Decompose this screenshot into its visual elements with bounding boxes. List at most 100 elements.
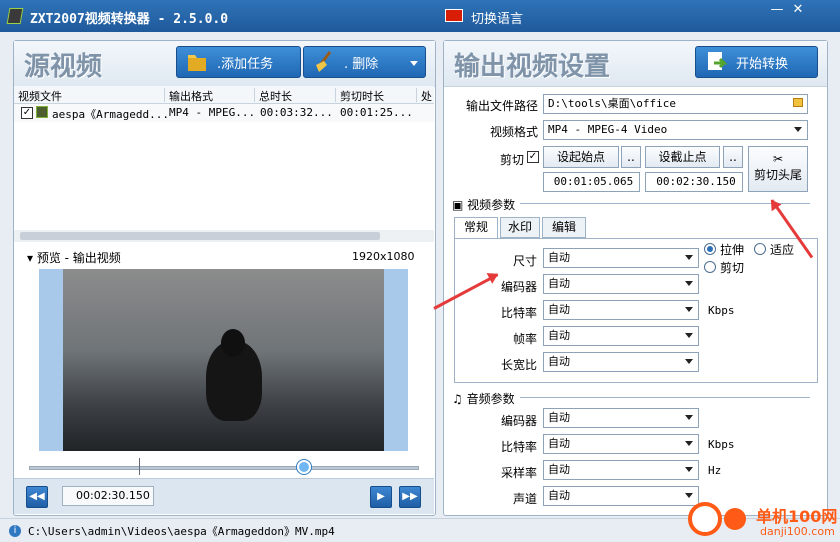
timeline-start-marker	[139, 458, 140, 475]
browse-folder-icon[interactable]	[793, 98, 803, 107]
video-resolution: 1920x1080	[352, 250, 415, 263]
start-more-button[interactable]: ..	[621, 146, 641, 168]
task-row[interactable]: ✓ aespa《Armagedd... MP4 - MPEG... 00:03:…	[14, 104, 434, 122]
channel-label: 声道	[512, 492, 537, 506]
cut-start-time[interactable]: 00:01:05.065	[543, 172, 640, 192]
column-cut-duration[interactable]: 剪切时长	[336, 88, 417, 103]
close-button[interactable]: ✕	[787, 2, 809, 20]
task-checkbox[interactable]: ✓	[21, 107, 33, 119]
video-params-title: ▣ 视频参数	[452, 198, 516, 212]
chevron-down-icon	[794, 127, 802, 132]
size-select[interactable]: 自动	[543, 248, 699, 268]
column-duration[interactable]: 总时长	[255, 88, 336, 103]
cut-label: 剪切	[499, 153, 524, 167]
chevron-down-icon	[685, 467, 693, 472]
convert-icon	[704, 50, 728, 74]
audio-encoder-select[interactable]: 自动	[543, 408, 699, 428]
chevron-down-icon	[685, 333, 693, 338]
output-path-label: 输出文件路径	[465, 99, 538, 113]
timeline-slider-handle[interactable]	[297, 460, 311, 474]
fit-radio[interactable]	[754, 243, 766, 255]
video-preview[interactable]	[39, 269, 408, 451]
task-table-header: 视频文件 输出格式 总时长 剪切时长 处	[14, 86, 434, 104]
source-title: 源视频	[24, 52, 103, 82]
video-bitrate-select[interactable]: 自动	[543, 300, 699, 320]
audio-encoder-label: 编码器	[500, 414, 537, 428]
stretch-radio[interactable]	[704, 243, 716, 255]
flag-icon[interactable]	[445, 9, 463, 22]
video-encoder-select[interactable]: 自动	[543, 274, 699, 294]
framerate-select[interactable]: 自动	[543, 326, 699, 346]
chevron-down-icon	[685, 255, 693, 260]
video-file-icon	[36, 106, 48, 118]
tab-watermark[interactable]: 水印	[500, 217, 540, 238]
chevron-down-icon	[685, 307, 693, 312]
rewind-icon: ◀◀	[29, 491, 45, 502]
fit-label: 适应	[770, 243, 795, 257]
source-panel-header: 源视频 .添加任务 . 删除	[14, 41, 435, 87]
cut-checkbox[interactable]: ✓	[527, 151, 539, 163]
watermark-url: danji100.com	[760, 525, 835, 538]
audio-bitrate-label: 比特率	[500, 440, 537, 454]
task-cut-duration: 00:01:25...	[340, 106, 413, 119]
cut-ends-button[interactable]: ✂ 剪切头尾	[748, 146, 808, 192]
play-button[interactable]: ▶	[370, 486, 392, 508]
output-path-field[interactable]: D:\tools\桌面\office	[543, 94, 808, 114]
current-time: 00:02:30.150	[62, 486, 154, 506]
aspect-ratio-label: 长宽比	[500, 358, 537, 372]
audio-bitrate-select[interactable]: 自动	[543, 434, 699, 454]
column-video-file[interactable]: 视频文件	[14, 88, 165, 103]
end-more-button[interactable]: ..	[723, 146, 743, 168]
timeline-slider[interactable]	[29, 466, 419, 470]
preview-image	[63, 269, 384, 451]
set-start-button[interactable]: 设起始点	[543, 146, 619, 168]
channel-select[interactable]: 自动	[543, 486, 699, 506]
column-output-format[interactable]: 输出格式	[165, 88, 255, 103]
output-panel-header: 输出视频设置 开始转换	[444, 41, 827, 87]
chevron-down-icon	[685, 415, 693, 420]
stretch-label: 拉伸	[720, 243, 745, 257]
rewind-button[interactable]: ◀◀	[26, 486, 48, 508]
tab-general[interactable]: 常规	[454, 217, 498, 239]
minimize-button[interactable]: —	[766, 2, 788, 20]
collapse-icon[interactable]: ▾	[27, 251, 37, 265]
person-head	[221, 329, 245, 357]
crop-radio[interactable]	[704, 261, 716, 273]
preview-section-label[interactable]: ▾ 预览 - 输出视频	[27, 249, 121, 266]
set-end-button[interactable]: 设截止点	[645, 146, 720, 168]
tab-edit[interactable]: 编辑	[542, 217, 586, 238]
add-task-button[interactable]: .添加任务	[176, 46, 301, 78]
cut-end-time[interactable]: 00:02:30.150	[645, 172, 743, 192]
source-file-path: C:\Users\admin\Videos\aespa《Armageddon》M…	[28, 525, 335, 538]
dropdown-icon[interactable]	[410, 61, 418, 66]
video-bitrate-label: 比特率	[500, 306, 537, 320]
forward-button[interactable]: ▶▶	[399, 486, 421, 508]
watermark-site: 单机100网	[756, 507, 838, 526]
scroll-thumb[interactable]	[20, 232, 380, 240]
language-switch[interactable]: 切换语言	[471, 8, 523, 27]
video-format-select[interactable]: MP4 - MPEG-4 Video	[543, 120, 808, 140]
crop-label: 剪切	[720, 261, 745, 275]
sample-rate-label: 采样率	[500, 466, 537, 480]
sample-rate-select[interactable]: 自动	[543, 460, 699, 480]
app-icon	[6, 8, 24, 24]
app-title: ZXT2007视频转换器 - 2.5.0.0	[30, 12, 229, 27]
delete-label: . 删除	[344, 56, 379, 72]
watermark-logo	[688, 502, 722, 536]
aspect-ratio-select[interactable]: 自动	[543, 352, 699, 372]
output-title: 输出视频设置	[454, 52, 611, 82]
add-task-label: .添加任务	[217, 56, 274, 72]
task-horizontal-scrollbar[interactable]	[14, 230, 434, 242]
task-output-format: MP4 - MPEG...	[169, 106, 256, 119]
delete-button[interactable]: . 删除	[303, 46, 426, 78]
start-convert-label: 开始转换	[736, 56, 789, 72]
column-process[interactable]: 处	[417, 88, 434, 103]
start-convert-button[interactable]: 开始转换	[695, 46, 818, 78]
fast-forward-icon: ▶▶	[402, 491, 418, 502]
audio-params-title: ♫ 音频参数	[452, 392, 515, 406]
info-icon: i	[9, 525, 21, 537]
audio-params-divider	[520, 397, 810, 398]
title-bar: ZXT2007视频转换器 - 2.5.0.0 切换语言 — ✕	[0, 0, 840, 32]
music-note-icon: ♫	[452, 392, 467, 406]
task-file-name: aespa《Armagedd...	[52, 108, 169, 121]
